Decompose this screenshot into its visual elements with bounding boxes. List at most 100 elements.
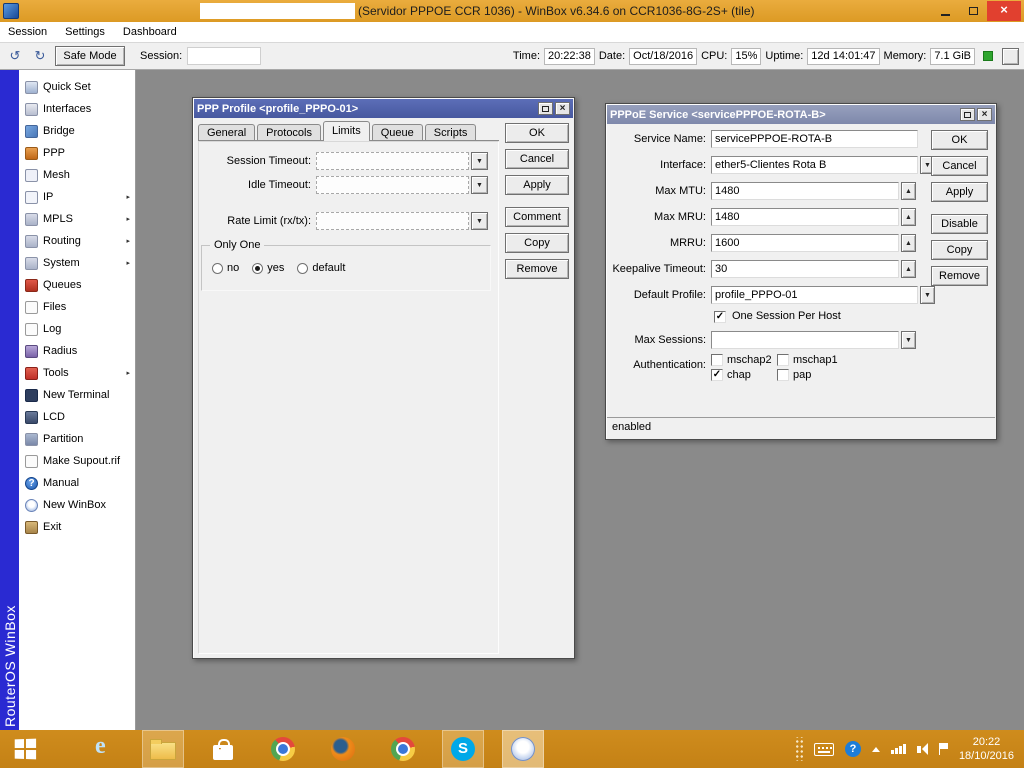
keepalive-timeout-up-button[interactable]: ▲ [901, 260, 916, 278]
default-profile-field[interactable]: profile_PPPO-01 [711, 286, 918, 304]
hidden-icons-arrow[interactable] [872, 747, 880, 752]
taskbar-explorer[interactable] [142, 730, 184, 768]
sidebar-item-interfaces[interactable]: Interfaces [19, 98, 135, 120]
max-mtu-field[interactable]: 1480 [711, 182, 899, 200]
radio-yes[interactable]: yes [252, 262, 284, 274]
mrru-up-button[interactable]: ▲ [901, 234, 916, 252]
sidebar-item-tools[interactable]: Tools ▸ [19, 362, 135, 384]
one-session-checkbox[interactable]: ✓ [714, 311, 726, 323]
copy-button[interactable]: Copy [505, 233, 569, 253]
ok-button[interactable]: OK [505, 123, 569, 143]
keepalive-timeout-field[interactable]: 30 [711, 260, 899, 278]
sidebar-item-mesh[interactable]: Mesh [19, 164, 135, 186]
sidebar-item-ppp[interactable]: PPP [19, 142, 135, 164]
interface-field[interactable]: ether5-Clientes Rota B [711, 156, 918, 174]
sidebar-item-new-terminal[interactable]: New Terminal [19, 384, 135, 406]
screen: { "titlebar": { "title": "(Servidor PPPO… [0, 0, 1024, 768]
comment-button[interactable]: Comment [505, 207, 569, 227]
undo-button[interactable]: ↺ [5, 46, 25, 66]
sidebar-item-quick-set[interactable]: Quick Set [19, 76, 135, 98]
sidebar-item-new-winbox[interactable]: New WinBox [19, 494, 135, 516]
menu-dashboard[interactable]: Dashboard [123, 26, 177, 38]
taskbar-winbox[interactable] [502, 730, 544, 768]
radio-no[interactable]: no [212, 262, 239, 274]
sidebar-item-make-supout-rif[interactable]: Make Supout.rif [19, 450, 135, 472]
close-button[interactable]: × [987, 1, 1021, 21]
remove-button[interactable]: Remove [505, 259, 569, 279]
copy-button[interactable]: Copy [931, 240, 988, 260]
session-timeout-dropdown-button[interactable]: ▼ [471, 152, 488, 170]
touch-keyboard-icon[interactable] [814, 743, 834, 756]
taskbar-chrome[interactable] [262, 730, 304, 768]
sidebar-item-log[interactable]: Log [19, 318, 135, 340]
session-timeout-field[interactable] [316, 152, 469, 170]
sidebar-item-partition[interactable]: Partition [19, 428, 135, 450]
taskbar-skype[interactable] [442, 730, 484, 768]
only-one-legend: Only One [210, 239, 264, 251]
maximize-button[interactable] [959, 1, 987, 21]
apply-button[interactable]: Apply [931, 182, 988, 202]
tray-clock[interactable]: 20:22 18/10/2016 [959, 735, 1014, 764]
volume-icon[interactable] [917, 743, 928, 755]
sidebar-item-lcd[interactable]: LCD [19, 406, 135, 428]
ppp-profile-titlebar[interactable]: PPP Profile <profile_PPPO-01> × [194, 99, 573, 118]
sidebar-item-radius[interactable]: Radius [19, 340, 135, 362]
ok-button[interactable]: OK [931, 130, 988, 150]
max-sessions-dropdown-button[interactable]: ▼ [901, 331, 916, 349]
taskbar-chrome-2[interactable] [382, 730, 424, 768]
mesh-icon [25, 169, 38, 182]
apply-button[interactable]: Apply [505, 175, 569, 195]
rate-limit-field[interactable] [316, 212, 469, 230]
rate-limit-dropdown-button[interactable]: ▼ [471, 212, 488, 230]
max-mru-up-button[interactable]: ▲ [901, 208, 916, 226]
start-button[interactable] [0, 730, 50, 768]
one-session-label: One Session Per Host [732, 310, 841, 322]
idle-timeout-dropdown-button[interactable]: ▼ [471, 176, 488, 194]
taskbar-store[interactable] [202, 730, 244, 768]
sidebar-item-label: Bridge [43, 125, 75, 137]
ppp-collapse-button[interactable] [538, 102, 553, 115]
cancel-button[interactable]: Cancel [931, 156, 988, 176]
max-mtu-up-button[interactable]: ▲ [901, 182, 916, 200]
toolbar-more-button[interactable] [1002, 48, 1019, 65]
auth-chap-checkbox[interactable]: ✓ chap [711, 369, 777, 381]
taskbar-ie[interactable] [82, 730, 124, 768]
idle-timeout-field[interactable] [316, 176, 469, 194]
sidebar-item-queues[interactable]: Queues [19, 274, 135, 296]
max-sessions-field[interactable] [711, 331, 899, 349]
sidebar-item-manual[interactable]: Manual [19, 472, 135, 494]
sidebar-item-files[interactable]: Files [19, 296, 135, 318]
max-mru-field[interactable]: 1480 [711, 208, 899, 226]
mrru-field[interactable]: 1600 [711, 234, 899, 252]
help-tray-icon[interactable]: ? [845, 741, 861, 757]
service-name-field[interactable]: servicePPPOE-ROTA-B [711, 130, 918, 148]
check-icon: ✓ [713, 370, 721, 380]
action-center-flag-icon[interactable] [939, 743, 948, 755]
sidebar-item-exit[interactable]: Exit [19, 516, 135, 538]
sidebar-item-mpls[interactable]: MPLS ▸ [19, 208, 135, 230]
auth-mschap1-checkbox[interactable]: mschap1 [777, 354, 843, 366]
radio-default[interactable]: default [297, 262, 345, 274]
tab-limits[interactable]: Limits [323, 121, 370, 141]
session-field[interactable] [187, 47, 261, 65]
explorer-icon [150, 742, 176, 760]
remove-button[interactable]: Remove [931, 266, 988, 286]
sidebar-item-routing[interactable]: Routing ▸ [19, 230, 135, 252]
minimize-button[interactable] [931, 1, 959, 21]
cancel-button[interactable]: Cancel [505, 149, 569, 169]
ppp-close-button[interactable]: × [555, 102, 570, 115]
safe-mode-button[interactable]: Safe Mode [55, 46, 125, 66]
network-signal-icon[interactable] [891, 744, 906, 754]
sidebar-item-bridge[interactable]: Bridge [19, 120, 135, 142]
redo-button[interactable]: ↻ [30, 46, 50, 66]
taskbar-firefox[interactable] [322, 730, 364, 768]
auth-mschap2-checkbox[interactable]: mschap2 [711, 354, 777, 366]
sidebar-item-ip[interactable]: IP ▸ [19, 186, 135, 208]
auth-pap-checkbox[interactable]: pap [777, 369, 843, 381]
menu-session[interactable]: Session [8, 26, 47, 38]
sidebar-item-system[interactable]: System ▸ [19, 252, 135, 274]
stat-label-time: Time: [513, 50, 540, 62]
sidebar-item-label: Radius [43, 345, 77, 357]
disable-button[interactable]: Disable [931, 214, 988, 234]
menu-settings[interactable]: Settings [65, 26, 105, 38]
